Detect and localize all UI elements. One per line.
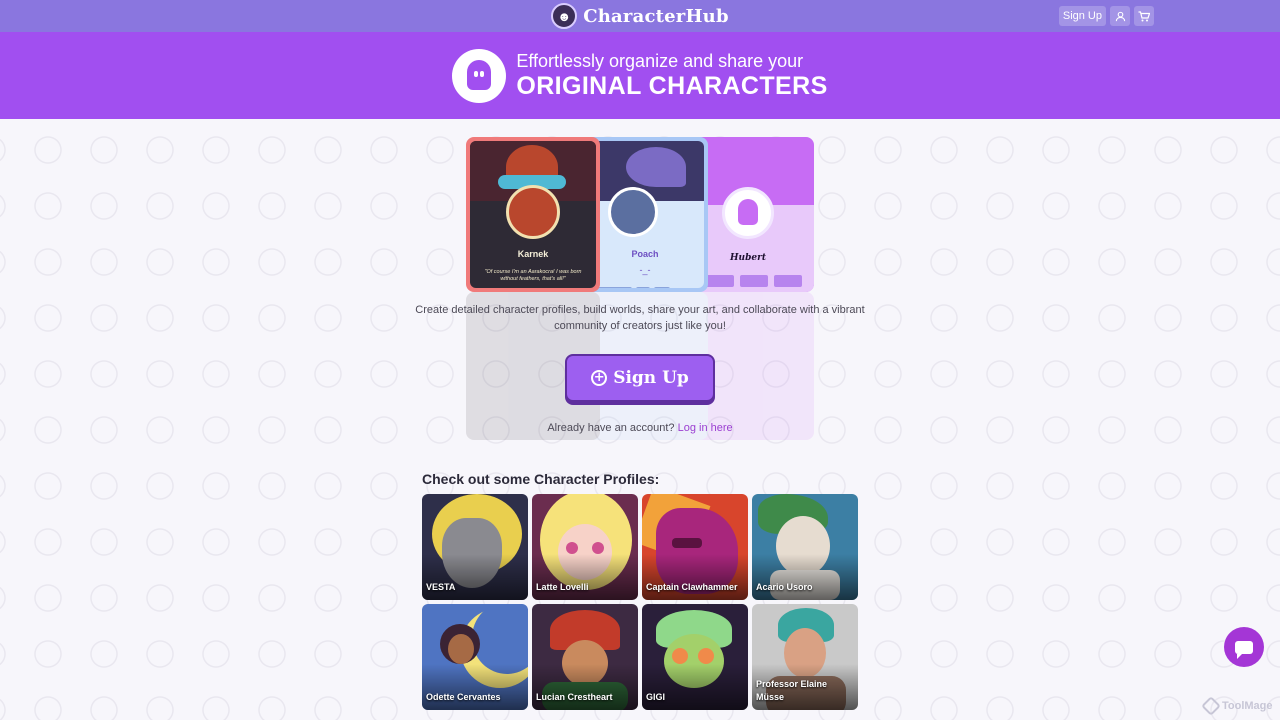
profile-tile-odette-cervantes[interactable]: Odette Cervantes bbox=[422, 604, 528, 710]
profile-tile-latte-lovelli[interactable]: Latte Lovelli bbox=[532, 494, 638, 600]
signup-cta-label: Sign Up bbox=[613, 368, 689, 388]
profile-tile-lucian-crestheart[interactable]: Lucian Crestheart bbox=[532, 604, 638, 710]
watermark-icon bbox=[1201, 696, 1221, 716]
user-icon[interactable] bbox=[1110, 6, 1130, 26]
watermark: ToolMage bbox=[1201, 696, 1273, 716]
profile-name: Lucian Crestheart bbox=[536, 692, 613, 702]
watermark-text: ToolMage bbox=[1222, 700, 1273, 712]
showcase-card-poach: Poach -_- bbox=[582, 137, 708, 292]
login-prompt-text: Already have an account? bbox=[547, 422, 675, 434]
profile-name: Professor Elaine Müsse bbox=[756, 679, 828, 702]
profile-tile-vesta[interactable]: VESTA bbox=[422, 494, 528, 600]
signup-cta-button[interactable]: + Sign Up bbox=[565, 354, 715, 402]
chat-button[interactable] bbox=[1224, 627, 1264, 667]
header-signup-button[interactable]: Sign Up bbox=[1058, 6, 1106, 26]
profile-name: Captain Clawhammer bbox=[646, 582, 738, 592]
card-name: Karnek bbox=[517, 249, 549, 259]
cart-icon[interactable] bbox=[1134, 6, 1154, 26]
brand-mascot-icon: ☻ bbox=[551, 3, 578, 29]
profile-name: VESTA bbox=[426, 582, 456, 592]
profiles-heading: Check out some Character Profiles: bbox=[422, 471, 660, 487]
plus-circle-icon: + bbox=[591, 370, 608, 386]
profile-tile-captain-clawhammer[interactable]: Captain Clawhammer bbox=[642, 494, 748, 600]
profile-tile-professor-elaine-musse[interactable]: Professor Elaine Müsse bbox=[752, 604, 858, 710]
showcase-card-karnek: Karnek "Of course I'm an Aarakocra! I wa… bbox=[466, 137, 600, 292]
top-actions: Sign Up bbox=[1058, 6, 1154, 26]
hero-headline: ORIGINAL CHARACTERS bbox=[516, 71, 828, 100]
ghost-logo-icon bbox=[452, 48, 507, 103]
card-quote: "Of course I'm an Aarakocra! I was born … bbox=[484, 269, 582, 283]
card-subtitle: -_- bbox=[639, 265, 651, 275]
hero-tagline: Effortlessly organize and share your bbox=[516, 50, 804, 71]
card-name: Poach bbox=[631, 249, 659, 259]
showcase-cards: Hubert Poach -_- Karnek "Of course I'm a… bbox=[466, 137, 814, 292]
brand-logo-link[interactable]: ☻ CharacterHub bbox=[551, 3, 729, 29]
hero-banner: Effortlessly organize and share your ORI… bbox=[0, 32, 1280, 119]
profiles-grid: VESTA Latte Lovelli Captain Clawhammer A… bbox=[422, 494, 858, 710]
intro-text: Create detailed character profiles, buil… bbox=[415, 304, 865, 332]
profile-name: Acario Usoro bbox=[756, 582, 813, 592]
top-bar: ☻ CharacterHub Sign Up bbox=[0, 0, 1280, 32]
chat-bubble-icon bbox=[1235, 640, 1253, 659]
profile-name: Odette Cervantes bbox=[426, 692, 501, 702]
brand-name: CharacterHub bbox=[583, 5, 729, 27]
login-prompt: Already have an account? Log in here bbox=[440, 422, 840, 434]
login-link[interactable]: Log in here bbox=[678, 422, 733, 434]
profile-tile-gigi[interactable]: GIGI bbox=[642, 604, 748, 710]
profile-name: GIGI bbox=[646, 692, 666, 702]
profile-name: Latte Lovelli bbox=[536, 582, 589, 592]
profile-tile-acario-usoro[interactable]: Acario Usoro bbox=[752, 494, 858, 600]
